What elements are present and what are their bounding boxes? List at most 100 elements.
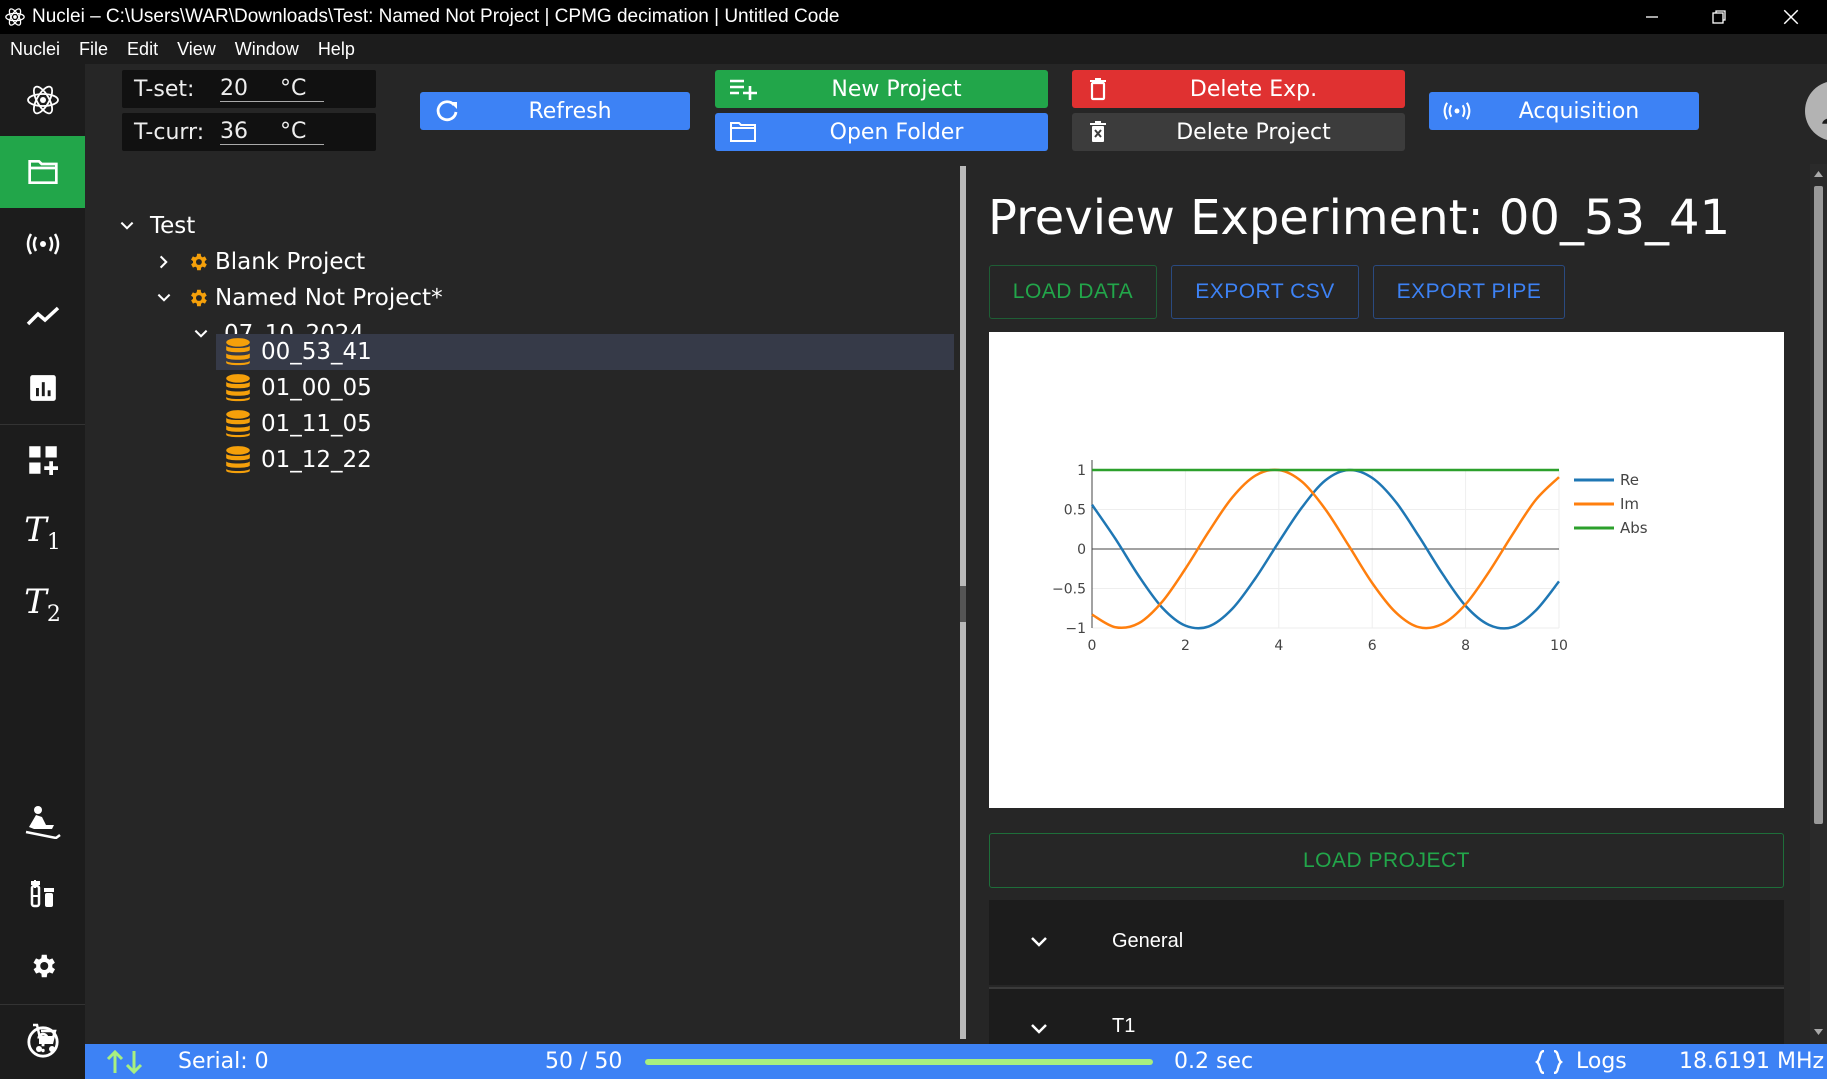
t2-label: T — [24, 581, 47, 622]
scrollbar-thumb[interactable] — [1814, 186, 1823, 824]
database-icon — [226, 446, 250, 474]
serial-status: Serial: 0 — [178, 1049, 269, 1074]
menu-edit[interactable]: Edit — [127, 39, 158, 60]
avatar[interactable] — [1805, 81, 1827, 141]
minimize-button[interactable] — [1616, 0, 1688, 34]
y-tick-label: −0.5 — [1052, 582, 1086, 598]
tree-project-blank[interactable]: Blank Project — [155, 244, 365, 280]
delete-exp-label: Delete Exp. — [1189, 76, 1318, 102]
nav-home[interactable] — [0, 64, 85, 136]
chevron-right-icon[interactable] — [155, 253, 173, 271]
tree-project-label: Named Not Project* — [215, 285, 443, 311]
tree-root[interactable]: Test — [118, 208, 195, 244]
logs-button[interactable]: Logs — [1576, 1049, 1627, 1074]
nav-sledding[interactable] — [0, 786, 85, 858]
nav-acquisition[interactable] — [0, 208, 85, 280]
x-tick-label: 10 — [1550, 638, 1568, 654]
tree-experiment[interactable]: 01_11_05 — [225, 406, 372, 442]
preview-panel: Preview Experiment: 00_53_41 LOAD DATA E… — [966, 164, 1810, 1044]
chevron-down-icon[interactable] — [155, 289, 173, 307]
project-tree: Test Blank Project Named Not Project* 07… — [85, 164, 960, 1044]
project-gear-icon — [191, 289, 207, 307]
delete-project-label: Delete Project — [1176, 119, 1331, 145]
database-icon — [226, 338, 250, 366]
load-data-button[interactable]: LOAD DATA — [989, 265, 1157, 319]
accordion-t1[interactable]: T1 — [989, 987, 1784, 1044]
nav-trends[interactable] — [0, 280, 85, 352]
progress-bar — [645, 1059, 1153, 1065]
menu-nuclei[interactable]: Nuclei — [10, 39, 60, 60]
menu-file[interactable]: File — [79, 39, 108, 60]
restore-icon — [1712, 10, 1726, 24]
tree-project-named[interactable]: Named Not Project* — [155, 280, 443, 316]
nav-analysis[interactable] — [0, 352, 85, 424]
vials-icon — [30, 880, 54, 908]
refresh-icon — [436, 100, 458, 122]
menu-window[interactable]: Window — [235, 39, 299, 60]
export-csv-button[interactable]: EXPORT CSV — [1171, 265, 1359, 319]
refresh-button[interactable]: Refresh — [420, 92, 690, 130]
experiment-label: 01_12_22 — [261, 447, 372, 473]
tset-label: T-set: — [134, 76, 195, 102]
nav-t1[interactable]: T1 — [0, 496, 85, 568]
tree-root-label: Test — [150, 213, 196, 239]
chevron-down-icon[interactable] — [192, 325, 210, 343]
nav-projects[interactable] — [0, 136, 85, 208]
x-tick-label: 8 — [1461, 638, 1470, 654]
nav-help[interactable] — [0, 1008, 85, 1076]
delete-exp-button[interactable]: Delete Exp. — [1072, 70, 1405, 108]
accordion-label: T1 — [1112, 1015, 1136, 1037]
new-project-button[interactable]: New Project — [715, 70, 1048, 108]
export-pipe-button[interactable]: EXPORT PIPE — [1373, 265, 1565, 319]
x-tick-label: 2 — [1181, 638, 1190, 654]
accordion-general[interactable]: General — [989, 900, 1784, 985]
restore-button[interactable] — [1683, 0, 1755, 34]
menu-view[interactable]: View — [177, 39, 216, 60]
open-folder-button[interactable]: Open Folder — [715, 113, 1048, 151]
close-icon — [1783, 9, 1799, 25]
legend-label: Im — [1620, 495, 1639, 513]
load-project-button[interactable]: LOAD PROJECT — [989, 833, 1784, 888]
tcurr-unit: °C — [280, 119, 324, 145]
transfer-arrows-icon — [106, 1049, 143, 1075]
tree-experiment[interactable]: 00_53_41 — [225, 334, 372, 370]
acquisition-button[interactable]: Acquisition — [1429, 92, 1699, 130]
tcurr-value: 36 — [220, 119, 280, 145]
accordion-label: General — [1112, 930, 1184, 952]
nav-vials[interactable] — [0, 858, 85, 930]
tset-value[interactable]: 20 — [220, 76, 280, 102]
y-tick-label: 0.5 — [1064, 503, 1086, 519]
tset-field[interactable]: T-set: 20 °C — [122, 70, 376, 108]
preview-plot[interactable]: 0 2 4 6 8 10 1 0.5 0 −0.5 −1 Re Im Abs — [989, 332, 1784, 808]
status-bar: Serial: 0 50 / 50 0.2 sec Logs 18.6191 M… — [85, 1044, 1827, 1079]
y-tick-label: 0 — [1077, 542, 1086, 558]
t2-subscript: 2 — [46, 601, 61, 627]
nav-widgets[interactable] — [0, 424, 85, 496]
database-icon — [226, 410, 250, 438]
legend-label: Abs — [1620, 519, 1648, 537]
folder-icon — [730, 122, 756, 142]
tree-experiment[interactable]: 01_00_05 — [225, 370, 372, 406]
open-folder-label: Open Folder — [829, 119, 964, 145]
chevron-down-icon — [1031, 1024, 1047, 1034]
code-braces-icon — [1535, 1050, 1563, 1074]
nav-t2[interactable]: T2 — [0, 568, 85, 640]
user-icon — [1822, 118, 1827, 124]
chevron-down-icon[interactable] — [118, 217, 136, 235]
scroll-up-icon[interactable] — [1814, 170, 1823, 178]
scroll-down-icon[interactable] — [1814, 1028, 1823, 1036]
menu-help[interactable]: Help — [318, 39, 355, 60]
y-tick-label: −1 — [1065, 621, 1086, 637]
t1-subscript: 1 — [46, 529, 61, 555]
delete-project-button[interactable]: Delete Project — [1072, 113, 1405, 151]
elapsed-time: 0.2 sec — [1174, 1049, 1254, 1074]
tree-experiment[interactable]: 01_12_22 — [225, 442, 372, 478]
x-tick-label: 6 — [1368, 638, 1377, 654]
window-title: Nuclei – C:\Users\WAR\Downloads\Test: Na… — [32, 6, 840, 27]
left-nav: T1 T2 — [0, 64, 85, 1079]
progress-count: 50 / 50 — [545, 1049, 623, 1074]
nav-settings[interactable] — [0, 930, 85, 1002]
legend-label: Re — [1620, 471, 1639, 489]
right-scrollbar[interactable] — [1810, 164, 1827, 1044]
close-button[interactable] — [1755, 0, 1827, 34]
